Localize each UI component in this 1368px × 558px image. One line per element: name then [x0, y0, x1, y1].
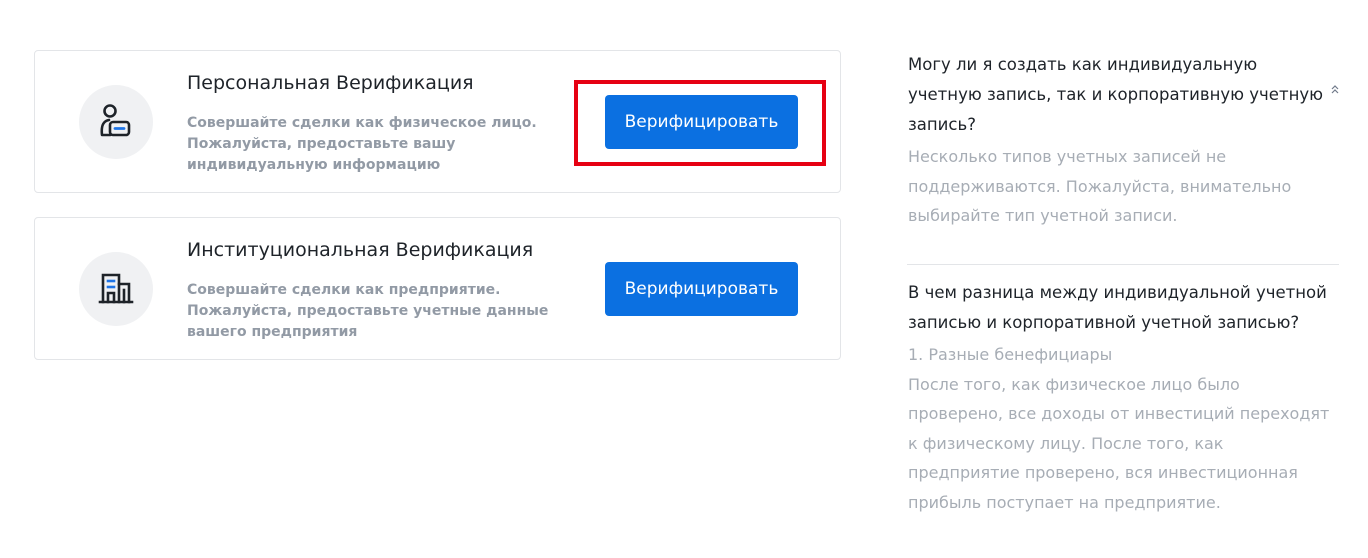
verify-institutional-button[interactable]: Верифицировать — [605, 262, 798, 316]
personal-verification-card: Персональная Верификация Совершайте сдел… — [34, 50, 841, 193]
description-line: Совершайте сделки как предприятие. — [187, 282, 501, 298]
faq-question[interactable]: В чем разница между индивидуальной учетн… — [908, 278, 1340, 338]
faq-question[interactable]: Могу ли я создать как индивидуальную уче… — [908, 50, 1340, 140]
answer-line: поддерживаются. Пожалуйста, внимательно — [908, 176, 1292, 196]
faq-item: В чем разница между индивидуальной учетн… — [908, 278, 1340, 518]
description-line: индивидуальную информацию — [187, 157, 441, 173]
verify-personal-button[interactable]: Верифицировать — [605, 95, 798, 149]
institutional-verification-card: Институциональная Верификация Совершайте… — [34, 217, 841, 360]
description-line: Пожалуйста, предоставьте учетные данные — [187, 303, 549, 319]
card-title: Институциональная Верификация — [187, 239, 534, 261]
person-id-icon — [79, 85, 153, 159]
answer-line: 1. Разные бенефициары — [908, 345, 1113, 364]
answer-line: проверено, все доходы от инвестиций пере… — [908, 404, 1330, 424]
card-description: Совершайте сделки как предприятие. Пожал… — [187, 280, 549, 343]
faq-answer: Несколько типов учетных записей не подде… — [908, 142, 1340, 231]
description-line: вашего предприятия — [187, 324, 358, 340]
question-line: В чем разница между индивидуальной учетн… — [908, 283, 1327, 302]
question-line: записью и корпоративной учетной записью? — [908, 313, 1300, 332]
answer-line: предприятие проверено, вся инвестиционна… — [908, 463, 1298, 483]
description-line: Пожалуйста, предоставьте вашу — [187, 136, 456, 152]
question-line: запись? — [908, 115, 976, 134]
question-line: Могу ли я создать как индивидуальную — [908, 55, 1258, 74]
question-line: учетную запись, так и корпоративную учет… — [908, 85, 1324, 104]
faq-item: Могу ли я создать как индивидуальную уче… — [908, 50, 1340, 231]
answer-line: к физическому лицу. После того, как — [908, 433, 1224, 453]
faq-divider — [907, 264, 1339, 265]
description-line: Совершайте сделки как физическое лицо. — [187, 115, 537, 131]
building-icon — [79, 252, 153, 326]
answer-line: выбирайте тип учетной записи. — [908, 206, 1178, 226]
card-description: Совершайте сделки как физическое лицо. П… — [187, 113, 537, 176]
faq-answer: 1. Разные бенефициары После того, как фи… — [908, 340, 1340, 518]
card-title: Персональная Верификация — [187, 72, 474, 94]
answer-line: Несколько типов учетных записей не — [908, 147, 1227, 166]
chevron-up-icon[interactable] — [1330, 84, 1340, 98]
answer-line: После того, как физическое лицо было — [908, 374, 1240, 394]
answer-line: прибыль поступает на предприятие. — [908, 492, 1221, 512]
